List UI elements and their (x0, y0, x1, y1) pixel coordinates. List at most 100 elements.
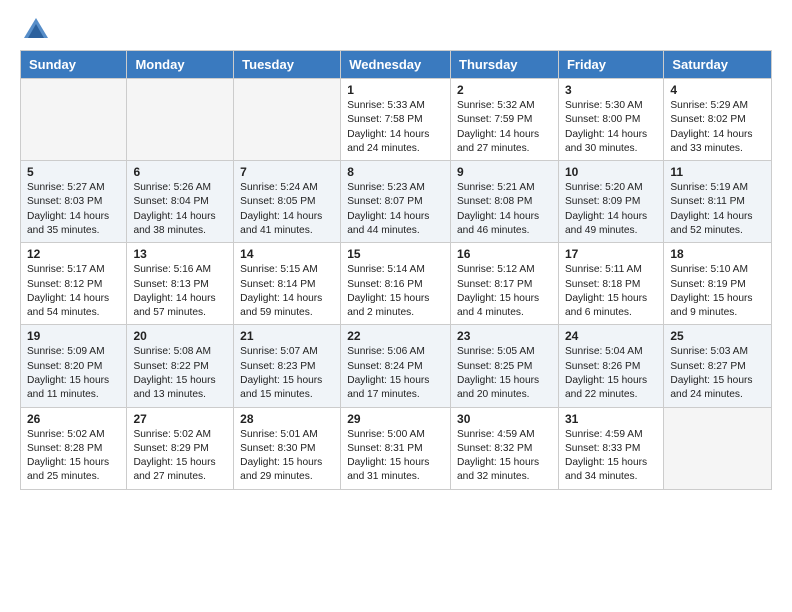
day-info: Sunrise: 5:23 AM Sunset: 8:07 PM Dayligh… (347, 181, 444, 238)
day-number: 25 (670, 329, 765, 343)
day-info: Sunrise: 5:17 AM Sunset: 8:12 PM Dayligh… (27, 263, 120, 320)
weekday-header-sunday: Sunday (21, 51, 127, 79)
day-info: Sunrise: 5:00 AM Sunset: 8:31 PM Dayligh… (347, 428, 444, 485)
calendar-cell: 12 Sunrise: 5:17 AM Sunset: 8:12 PM Dayli… (21, 243, 127, 325)
logo (20, 16, 50, 40)
calendar-cell: 23 Sunrise: 5:05 AM Sunset: 8:25 PM Dayli… (451, 325, 559, 407)
day-info: Sunrise: 5:33 AM Sunset: 7:58 PM Dayligh… (347, 99, 444, 156)
day-info: Sunrise: 5:10 AM Sunset: 8:19 PM Dayligh… (670, 263, 765, 320)
day-number: 22 (347, 329, 444, 343)
day-info: Sunrise: 5:12 AM Sunset: 8:17 PM Dayligh… (457, 263, 552, 320)
calendar-cell: 31 Sunrise: 4:59 AM Sunset: 8:33 PM Dayli… (558, 407, 663, 489)
day-number: 21 (240, 329, 334, 343)
calendar-cell: 24 Sunrise: 5:04 AM Sunset: 8:26 PM Dayli… (558, 325, 663, 407)
weekday-header-saturday: Saturday (664, 51, 772, 79)
day-number: 26 (27, 412, 120, 426)
day-info: Sunrise: 5:19 AM Sunset: 8:11 PM Dayligh… (670, 181, 765, 238)
calendar-cell: 16 Sunrise: 5:12 AM Sunset: 8:17 PM Dayli… (451, 243, 559, 325)
calendar-cell: 7 Sunrise: 5:24 AM Sunset: 8:05 PM Daylig… (234, 161, 341, 243)
weekday-header-friday: Friday (558, 51, 663, 79)
day-number: 31 (565, 412, 657, 426)
calendar-cell: 6 Sunrise: 5:26 AM Sunset: 8:04 PM Daylig… (127, 161, 234, 243)
calendar-cell: 1 Sunrise: 5:33 AM Sunset: 7:58 PM Daylig… (341, 79, 451, 161)
day-number: 28 (240, 412, 334, 426)
calendar-week-row: 19Sunrise: 5:09 AM Sunset: 8:20 PM Dayli… (21, 325, 772, 407)
day-info: Sunrise: 5:32 AM Sunset: 7:59 PM Dayligh… (457, 99, 552, 156)
day-info: Sunrise: 5:04 AM Sunset: 8:26 PM Dayligh… (565, 345, 657, 402)
day-info: Sunrise: 5:01 AM Sunset: 8:30 PM Dayligh… (240, 428, 334, 485)
day-info: Sunrise: 5:09 AM Sunset: 8:20 PM Dayligh… (27, 345, 120, 402)
day-info: Sunrise: 5:02 AM Sunset: 8:29 PM Dayligh… (133, 428, 227, 485)
day-number: 18 (670, 247, 765, 261)
day-number: 20 (133, 329, 227, 343)
calendar-cell: 25 Sunrise: 5:03 AM Sunset: 8:27 PM Dayli… (664, 325, 772, 407)
day-number: 30 (457, 412, 552, 426)
calendar-cell: 30 Sunrise: 4:59 AM Sunset: 8:32 PM Dayli… (451, 407, 559, 489)
day-info: Sunrise: 5:16 AM Sunset: 8:13 PM Dayligh… (133, 263, 227, 320)
day-info: Sunrise: 5:27 AM Sunset: 8:03 PM Dayligh… (27, 181, 120, 238)
day-number: 7 (240, 165, 334, 179)
day-info: Sunrise: 5:11 AM Sunset: 8:18 PM Dayligh… (565, 263, 657, 320)
page-header (20, 16, 772, 40)
day-number: 17 (565, 247, 657, 261)
calendar-cell: 10Sunrise: 5:20 AM Sunset: 8:09 PM Dayli… (558, 161, 663, 243)
day-number: 24 (565, 329, 657, 343)
day-number: 15 (347, 247, 444, 261)
calendar-cell: 8 Sunrise: 5:23 AM Sunset: 8:07 PM Daylig… (341, 161, 451, 243)
day-number: 5 (27, 165, 120, 179)
day-number: 3 (565, 83, 657, 97)
day-info: Sunrise: 5:24 AM Sunset: 8:05 PM Dayligh… (240, 181, 334, 238)
weekday-header-monday: Monday (127, 51, 234, 79)
calendar-cell: 20 Sunrise: 5:08 AM Sunset: 8:22 PM Dayli… (127, 325, 234, 407)
day-info: Sunrise: 5:29 AM Sunset: 8:02 PM Dayligh… (670, 99, 765, 156)
calendar-cell: 14 Sunrise: 5:15 AM Sunset: 8:14 PM Dayli… (234, 243, 341, 325)
day-number: 13 (133, 247, 227, 261)
calendar-cell: 21Sunrise: 5:07 AM Sunset: 8:23 PM Dayli… (234, 325, 341, 407)
calendar-cell (664, 407, 772, 489)
calendar-cell: 18 Sunrise: 5:10 AM Sunset: 8:19 PM Dayli… (664, 243, 772, 325)
weekday-header-wednesday: Wednesday (341, 51, 451, 79)
calendar-week-row: 12 Sunrise: 5:17 AM Sunset: 8:12 PM Dayli… (21, 243, 772, 325)
day-info: Sunrise: 5:03 AM Sunset: 8:27 PM Dayligh… (670, 345, 765, 402)
calendar-cell: 9 Sunrise: 5:21 AM Sunset: 8:08 PM Daylig… (451, 161, 559, 243)
day-number: 1 (347, 83, 444, 97)
day-info: Sunrise: 5:08 AM Sunset: 8:22 PM Dayligh… (133, 345, 227, 402)
calendar-cell: 19Sunrise: 5:09 AM Sunset: 8:20 PM Dayli… (21, 325, 127, 407)
day-number: 11 (670, 165, 765, 179)
calendar-cell: 13 Sunrise: 5:16 AM Sunset: 8:13 PM Dayli… (127, 243, 234, 325)
calendar-cell: 5 Sunrise: 5:27 AM Sunset: 8:03 PM Daylig… (21, 161, 127, 243)
calendar-cell: 22Sunrise: 5:06 AM Sunset: 8:24 PM Dayli… (341, 325, 451, 407)
calendar-cell: 17 Sunrise: 5:11 AM Sunset: 8:18 PM Dayli… (558, 243, 663, 325)
calendar-week-row: 26Sunrise: 5:02 AM Sunset: 8:28 PM Dayli… (21, 407, 772, 489)
day-info: Sunrise: 5:21 AM Sunset: 8:08 PM Dayligh… (457, 181, 552, 238)
day-number: 16 (457, 247, 552, 261)
calendar-cell (21, 79, 127, 161)
calendar-cell: 27 Sunrise: 5:02 AM Sunset: 8:29 PM Dayli… (127, 407, 234, 489)
day-number: 8 (347, 165, 444, 179)
day-number: 14 (240, 247, 334, 261)
day-number: 12 (27, 247, 120, 261)
day-number: 23 (457, 329, 552, 343)
calendar-header-row: SundayMondayTuesdayWednesdayThursdayFrid… (21, 51, 772, 79)
day-info: Sunrise: 4:59 AM Sunset: 8:32 PM Dayligh… (457, 428, 552, 485)
weekday-header-thursday: Thursday (451, 51, 559, 79)
day-info: Sunrise: 5:15 AM Sunset: 8:14 PM Dayligh… (240, 263, 334, 320)
calendar-week-row: 5 Sunrise: 5:27 AM Sunset: 8:03 PM Daylig… (21, 161, 772, 243)
calendar-cell: 28 Sunrise: 5:01 AM Sunset: 8:30 PM Dayli… (234, 407, 341, 489)
day-number: 9 (457, 165, 552, 179)
calendar-cell: 15Sunrise: 5:14 AM Sunset: 8:16 PM Dayli… (341, 243, 451, 325)
calendar-cell: 4Sunrise: 5:29 AM Sunset: 8:02 PM Daylig… (664, 79, 772, 161)
day-info: Sunrise: 4:59 AM Sunset: 8:33 PM Dayligh… (565, 428, 657, 485)
day-info: Sunrise: 5:05 AM Sunset: 8:25 PM Dayligh… (457, 345, 552, 402)
calendar-cell (127, 79, 234, 161)
logo-icon (22, 16, 50, 44)
day-info: Sunrise: 5:20 AM Sunset: 8:09 PM Dayligh… (565, 181, 657, 238)
day-info: Sunrise: 5:26 AM Sunset: 8:04 PM Dayligh… (133, 181, 227, 238)
day-number: 6 (133, 165, 227, 179)
weekday-header-tuesday: Tuesday (234, 51, 341, 79)
day-number: 29 (347, 412, 444, 426)
day-number: 27 (133, 412, 227, 426)
calendar-cell: 29 Sunrise: 5:00 AM Sunset: 8:31 PM Dayli… (341, 407, 451, 489)
calendar-cell: 26Sunrise: 5:02 AM Sunset: 8:28 PM Dayli… (21, 407, 127, 489)
calendar: SundayMondayTuesdayWednesdayThursdayFrid… (20, 50, 772, 490)
